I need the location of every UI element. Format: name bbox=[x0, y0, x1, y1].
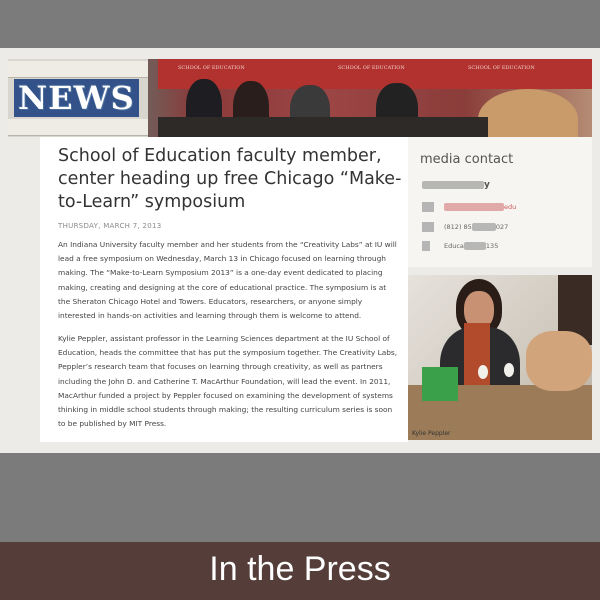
footer-bar: In the Press bbox=[0, 542, 600, 600]
contact-twitter-prefix: Educa bbox=[444, 242, 464, 250]
photo-caption: Kylie Peppler bbox=[412, 430, 451, 437]
redacted-text bbox=[422, 180, 484, 189]
pin-icon bbox=[422, 241, 430, 251]
contact-email: edu bbox=[504, 203, 517, 211]
contact-name: y bbox=[422, 180, 490, 190]
redacted-text bbox=[471, 223, 496, 231]
kylie-peppler-photo bbox=[408, 275, 592, 440]
contact-twitter-row[interactable]: Educa 135 bbox=[422, 240, 498, 252]
news-banner: SCHOOL OF EDUCATION SCHOOL OF EDUCATION … bbox=[8, 59, 592, 137]
article-paragraph: Kylie Peppler, assistant professor in th… bbox=[58, 334, 398, 429]
banner-wall: SCHOOL OF EDUCATION SCHOOL OF EDUCATION … bbox=[158, 59, 592, 89]
envelope-icon bbox=[422, 202, 434, 212]
panel-table bbox=[158, 117, 488, 137]
contact-phone-prefix: (812) 85 bbox=[444, 223, 472, 231]
audience-head bbox=[478, 89, 578, 137]
media-contact-header: media contact bbox=[408, 148, 592, 176]
contact-phone-row: (812) 85 027 bbox=[422, 221, 508, 233]
contact-twitter-suffix: 135 bbox=[485, 242, 499, 250]
news-label: NEWS bbox=[14, 79, 139, 117]
article-title: School of Education faculty member, cent… bbox=[58, 146, 402, 212]
article-date: THURSDAY, MARCH 7, 2013 bbox=[58, 222, 162, 230]
newspaper-stack: NEWS bbox=[8, 59, 148, 137]
wall-text: SCHOOL OF EDUCATION bbox=[338, 65, 405, 71]
phone-icon bbox=[422, 222, 434, 232]
contact-email-row[interactable]: edu bbox=[422, 201, 516, 213]
article-paragraph: An Indiana University faculty member and… bbox=[58, 240, 397, 321]
media-contact-heading: media contact bbox=[420, 152, 514, 167]
redacted-text bbox=[444, 203, 504, 211]
footer-label: In the Press bbox=[209, 550, 391, 588]
wall-text: SCHOOL OF EDUCATION bbox=[468, 65, 535, 71]
redacted-text bbox=[463, 242, 486, 250]
wall-text: SCHOOL OF EDUCATION bbox=[178, 65, 245, 71]
contact-phone-suffix: 027 bbox=[495, 223, 509, 231]
